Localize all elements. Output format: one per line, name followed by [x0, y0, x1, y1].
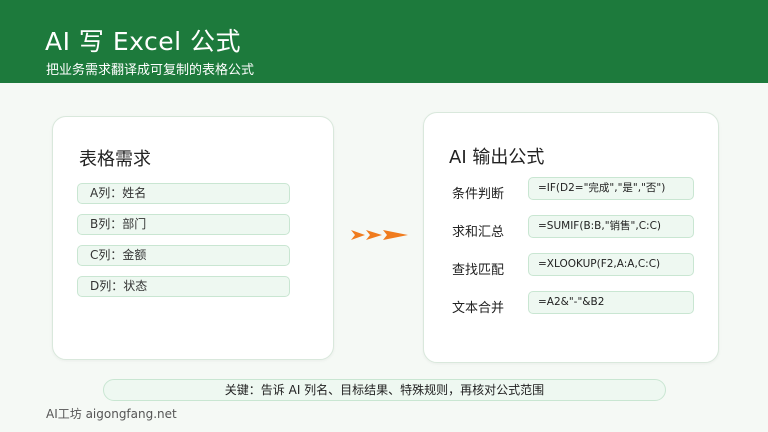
key-tip-bar: 关键：告诉 AI 列名、目标结果、特殊规则，再核对公式范围: [103, 379, 666, 401]
page-subtitle: 把业务需求翻译成可复制的表格公式: [46, 63, 255, 78]
formula-box[interactable]: =A2&"-"&B2: [528, 291, 694, 314]
header-banner: AI 写 Excel 公式 把业务需求翻译成可复制的表格公式: [0, 0, 768, 83]
formula-box[interactable]: =XLOOKUP(F2,A:A,C:C): [528, 253, 694, 276]
column-item: B列：部门: [77, 214, 290, 235]
column-item: D列：状态: [77, 276, 290, 297]
formula-box[interactable]: =SUMIF(B:B,"销售",C:C): [528, 215, 694, 238]
formula-output-card: AI 输出公式 条件判断 =IF(D2="完成","是","否") 求和汇总 =…: [423, 112, 719, 363]
column-item: A列：姓名: [77, 183, 290, 204]
triple-chevron-arrow-icon: [351, 230, 408, 240]
column-list: A列：姓名 B列：部门 C列：金额 D列：状态: [77, 183, 290, 307]
formula-box[interactable]: =IF(D2="完成","是","否"): [528, 177, 694, 200]
formula-label: 查找匹配: [452, 263, 505, 278]
requirements-card-title: 表格需求: [79, 149, 151, 170]
requirements-card: 表格需求 A列：姓名 B列：部门 C列：金额 D列：状态: [52, 116, 334, 360]
page-title: AI 写 Excel 公式: [45, 27, 242, 56]
column-item: C列：金额: [77, 245, 290, 266]
formula-label: 条件判断: [452, 187, 505, 202]
formula-card-title: AI 输出公式: [449, 147, 545, 168]
formula-label: 文本合并: [452, 301, 505, 316]
footer-brand: AI工坊 aigongfang.net: [46, 407, 177, 421]
formula-label: 求和汇总: [452, 225, 505, 240]
